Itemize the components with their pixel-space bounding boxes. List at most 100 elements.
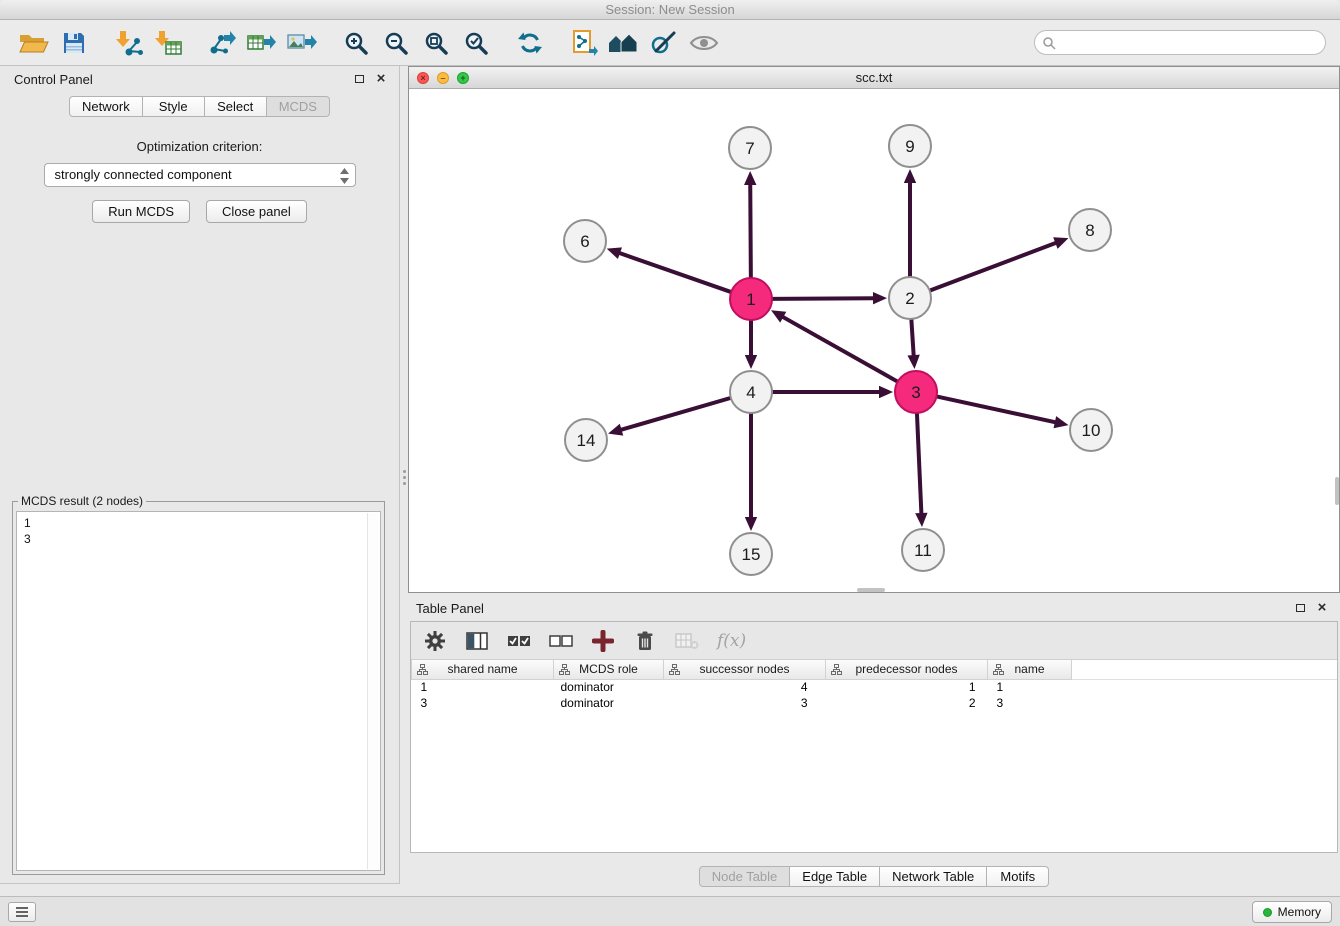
export-network-button[interactable]	[202, 25, 242, 61]
window-zoom-button[interactable]: +	[457, 72, 469, 84]
table-cell[interactable]: 2	[826, 695, 988, 711]
zoom-in-button[interactable]	[336, 25, 376, 61]
graph-node-label: 1	[746, 290, 755, 309]
delete-table-button[interactable]	[675, 627, 699, 655]
zoom-selected-icon	[463, 30, 489, 56]
export-table-button[interactable]	[242, 25, 282, 61]
table-close-panel-button[interactable]: ×	[1314, 600, 1330, 616]
table-panel-title: Table Panel	[416, 601, 484, 616]
table-cell[interactable]: 1	[826, 679, 988, 695]
zoom-selected-button[interactable]	[456, 25, 496, 61]
open-session-button[interactable]	[14, 25, 54, 61]
column-header-label: predecessor nodes	[855, 662, 957, 676]
criterion-dropdown[interactable]: strongly connected component	[44, 163, 356, 187]
mcds-result-list[interactable]: 1 3	[16, 511, 381, 871]
table-cell[interactable]: 3	[988, 695, 1072, 711]
import-table-button[interactable]	[148, 25, 188, 61]
clone-network-button[interactable]	[564, 25, 604, 61]
table-row[interactable]: 3dominator323	[412, 695, 1338, 711]
window-close-button[interactable]: ×	[417, 72, 429, 84]
graph-node-label: 6	[580, 232, 589, 251]
graph-edge-4-14[interactable]	[620, 398, 731, 430]
deselect-all-icon	[549, 634, 573, 648]
add-row-button[interactable]	[591, 627, 615, 655]
export-image-button[interactable]	[282, 25, 322, 61]
run-mcds-button[interactable]: Run MCDS	[92, 200, 190, 223]
graph-edge-3-1[interactable]	[781, 316, 897, 382]
table-cell[interactable]: 1	[988, 679, 1072, 695]
graph-edge-arrowhead	[745, 355, 757, 369]
table-cell[interactable]: 3	[664, 695, 826, 711]
table-tab-node-table[interactable]: Node Table	[699, 866, 791, 887]
tab-style[interactable]: Style	[143, 96, 205, 117]
table-settings-button[interactable]	[423, 627, 447, 655]
graph-edge-2-3[interactable]	[911, 319, 913, 357]
graph-edge-1-2[interactable]	[772, 298, 875, 299]
memory-button[interactable]: Memory	[1252, 901, 1332, 923]
table-cell[interactable]: dominator	[554, 695, 664, 711]
result-scrollbar[interactable]	[367, 513, 379, 869]
float-panel-button[interactable]	[351, 71, 367, 87]
open-folder-icon	[19, 31, 49, 55]
graph-edge-arrowhead	[904, 169, 916, 183]
deselect-all-button[interactable]	[549, 627, 573, 655]
home-layout-button[interactable]	[604, 25, 644, 61]
import-network-button[interactable]	[108, 25, 148, 61]
function-builder-icon: f(x)	[717, 631, 746, 651]
column-header-predecessor-nodes[interactable]: predecessor nodes	[826, 660, 988, 679]
column-header-name[interactable]: name	[988, 660, 1072, 679]
column-chooser-button[interactable]	[465, 627, 489, 655]
search-input[interactable]	[1034, 30, 1326, 55]
network-vertical-scrollbar[interactable]	[1335, 477, 1339, 505]
tab-select[interactable]: Select	[205, 96, 267, 117]
tab-network[interactable]: Network	[69, 96, 143, 117]
select-all-button[interactable]	[507, 627, 531, 655]
column-header-successor-nodes[interactable]: successor nodes	[664, 660, 826, 679]
apply-style-button[interactable]	[644, 25, 684, 61]
zoom-out-button[interactable]	[376, 25, 416, 61]
delete-row-button[interactable]	[633, 627, 657, 655]
zoom-in-icon	[343, 30, 369, 56]
table-float-panel-button[interactable]	[1292, 600, 1308, 616]
zoom-fit-button[interactable]	[416, 25, 456, 61]
graph-edge-1-7[interactable]	[750, 183, 751, 278]
column-header-mcds-role[interactable]: MCDS role	[554, 660, 664, 679]
function-builder-button[interactable]: f(x)	[717, 627, 746, 655]
splitter-handle[interactable]	[401, 462, 407, 492]
traffic-lights: × – +	[417, 72, 469, 84]
table-cell[interactable]: 4	[664, 679, 826, 695]
table-tab-network-table[interactable]: Network Table	[880, 866, 987, 887]
apply-style-icon	[650, 31, 678, 55]
graph-edge-1-6[interactable]	[618, 253, 731, 293]
save-session-button[interactable]	[54, 25, 94, 61]
graph-node-label: 2	[905, 289, 914, 308]
graph-edge-2-8[interactable]	[930, 242, 1058, 290]
table-cell[interactable]: 1	[412, 679, 554, 695]
task-history-button[interactable]	[8, 902, 36, 922]
table-row[interactable]: 1dominator411	[412, 679, 1338, 695]
plus-icon	[592, 630, 614, 652]
close-panel-button[interactable]: ×	[373, 71, 389, 87]
column-header-shared-name[interactable]: shared name	[412, 660, 554, 679]
graph-edge-3-11[interactable]	[917, 413, 922, 515]
table-tab-edge-table[interactable]: Edge Table	[790, 866, 880, 887]
table-cell[interactable]: 3	[412, 695, 554, 711]
table-cell[interactable]: dominator	[554, 679, 664, 695]
tab-mcds[interactable]: MCDS	[267, 96, 330, 117]
graph-edge-arrowhead	[1053, 237, 1068, 249]
clone-network-icon	[571, 29, 598, 57]
mcds-result-box: MCDS result (2 nodes) 1 3	[12, 494, 385, 875]
table-tab-motifs[interactable]: Motifs	[987, 866, 1049, 887]
column-header-filler	[1072, 660, 1338, 679]
graph-edge-3-10[interactable]	[937, 396, 1057, 422]
close-panel-button-mcds[interactable]: Close panel	[206, 200, 307, 223]
window-titlebar[interactable]: Session: New Session	[0, 0, 1340, 20]
window-minimize-button[interactable]: –	[437, 72, 449, 84]
trash-icon	[635, 630, 655, 652]
network-window-titlebar[interactable]: × – + scc.txt	[409, 67, 1339, 89]
graph-node-label: 9	[905, 137, 914, 156]
network-horizontal-scrollbar[interactable]	[857, 588, 885, 592]
network-graph[interactable]: 1234678910111415	[409, 90, 1339, 593]
refresh-view-button[interactable]	[510, 25, 550, 61]
show-hide-panel-button[interactable]	[684, 25, 724, 61]
